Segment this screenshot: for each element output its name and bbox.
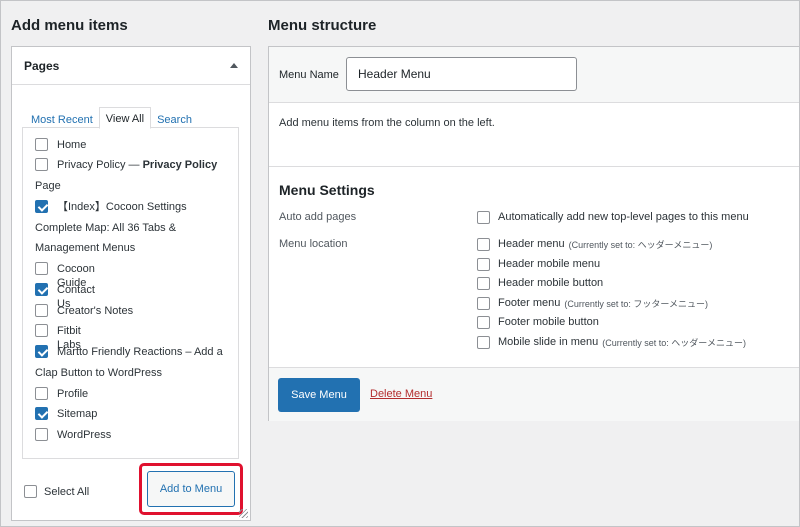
page-checkbox[interactable] <box>35 262 48 275</box>
page-checkbox[interactable] <box>35 428 48 441</box>
page-label-continued: Page <box>35 180 61 192</box>
page-checkbox[interactable] <box>35 387 48 400</box>
pages-box-title: Pages <box>24 58 60 73</box>
menu-settings-title: Menu Settings <box>279 182 375 198</box>
menu-name-label: Menu Name <box>279 69 339 81</box>
page-label: 【Index】Cocoon Settings <box>57 201 187 213</box>
menu-name-bar: Menu Name Header Menu <box>269 47 800 103</box>
location-label: Header mobile menu <box>498 258 601 270</box>
resize-grip-icon[interactable] <box>239 509 248 518</box>
add-menu-items-heading: Add menu items <box>11 17 128 34</box>
location-option[interactable]: Header mobile menu <box>477 257 600 271</box>
page-label: Privacy Policy — Privacy Policy <box>57 158 217 172</box>
page-checkbox[interactable] <box>35 283 48 296</box>
page-label-bold: Privacy Policy <box>142 159 218 171</box>
menu-footer-bar: Save Menu Delete Menu <box>269 367 800 421</box>
save-menu-button[interactable]: Save Menu <box>278 378 360 412</box>
location-label: Header menu <box>498 238 565 250</box>
page-label-continued: Clap Button to WordPress <box>35 367 162 379</box>
page-checkbox[interactable] <box>35 324 48 337</box>
pages-checklist: Home Privacy Policy — Privacy Policy Pag… <box>22 127 239 459</box>
menu-structure-heading: Menu structure <box>268 17 377 34</box>
page-checkbox[interactable] <box>35 407 48 420</box>
tab-view-all[interactable]: View All <box>98 107 152 129</box>
location-note: (Currently set to: ヘッダーメニュー) <box>602 337 746 348</box>
select-all-label: Select All <box>44 485 90 498</box>
location-option[interactable]: Mobile slide in menu (Currently set to: … <box>477 335 746 349</box>
page-label: Home <box>57 139 87 151</box>
auto-add-label: Auto add pages <box>279 211 357 223</box>
location-label: Footer menu <box>498 297 561 309</box>
auto-add-option[interactable]: Automatically add new top-level pages to… <box>477 210 749 224</box>
menu-name-input[interactable]: Header Menu <box>346 57 577 91</box>
page-label: Creator's Notes <box>57 305 134 317</box>
menu-structure-box: Menu Name Header Menu Add menu items fro… <box>268 46 800 421</box>
location-option[interactable]: Footer mobile button <box>477 315 599 329</box>
page-checkbox[interactable] <box>35 200 48 213</box>
location-label: Footer mobile button <box>498 316 599 328</box>
add-to-menu-button[interactable]: Add to Menu <box>147 471 235 507</box>
collapse-caret-icon[interactable] <box>230 63 238 68</box>
location-checkbox[interactable] <box>477 276 490 290</box>
page-label: Profile <box>57 388 89 400</box>
location-checkbox[interactable] <box>477 335 490 349</box>
delete-menu-link[interactable]: Delete Menu <box>370 388 432 400</box>
select-all-checkbox[interactable] <box>24 485 37 498</box>
page-checkbox[interactable] <box>35 304 48 317</box>
location-label: Header mobile button <box>498 277 604 289</box>
page-label-continued: Management Menus <box>35 242 136 254</box>
tab-search[interactable]: Search <box>151 109 198 129</box>
page-checkbox[interactable] <box>35 138 48 151</box>
location-checkbox[interactable] <box>477 237 490 251</box>
location-option[interactable]: Header mobile button <box>477 276 603 290</box>
location-checkbox[interactable] <box>477 257 490 271</box>
auto-add-text: Automatically add new top-level pages to… <box>498 211 749 223</box>
location-note: (Currently set to: ヘッダーメニュー) <box>568 239 713 250</box>
page-label: WordPress <box>57 429 112 441</box>
page-checkbox[interactable] <box>35 158 48 171</box>
pages-tabs: Most Recent View All Search <box>25 107 198 129</box>
location-checkbox[interactable] <box>477 315 490 329</box>
instruction-text: Add menu items from the column on the le… <box>279 117 495 129</box>
location-option[interactable]: Header menu (Currently set to: ヘッダーメニュー) <box>477 237 712 251</box>
auto-add-checkbox[interactable] <box>477 210 490 224</box>
location-option[interactable]: Footer menu (Currently set to: フッターメニュー) <box>477 296 708 310</box>
pages-box-header[interactable]: Pages <box>12 47 250 85</box>
page-label-continued: Complete Map: All 36 Tabs & <box>35 222 177 234</box>
divider <box>269 166 800 167</box>
page-checkbox[interactable] <box>35 345 48 358</box>
select-all[interactable]: Select All <box>24 485 89 498</box>
menu-location-label: Menu location <box>279 238 348 250</box>
location-checkbox[interactable] <box>477 296 490 310</box>
location-note: (Currently set to: フッターメニュー) <box>564 298 709 309</box>
pages-box: Pages Most Recent View All Search Home P… <box>11 46 251 521</box>
location-label: Mobile slide in menu <box>498 336 599 348</box>
tab-most-recent[interactable]: Most Recent <box>25 109 99 129</box>
highlight-annotation: Add to Menu <box>139 463 243 515</box>
page-label: Sitemap <box>57 408 98 420</box>
page-label-text: Privacy Policy — <box>57 159 143 171</box>
page-label: Martto Friendly Reactions – Add a <box>57 346 223 358</box>
